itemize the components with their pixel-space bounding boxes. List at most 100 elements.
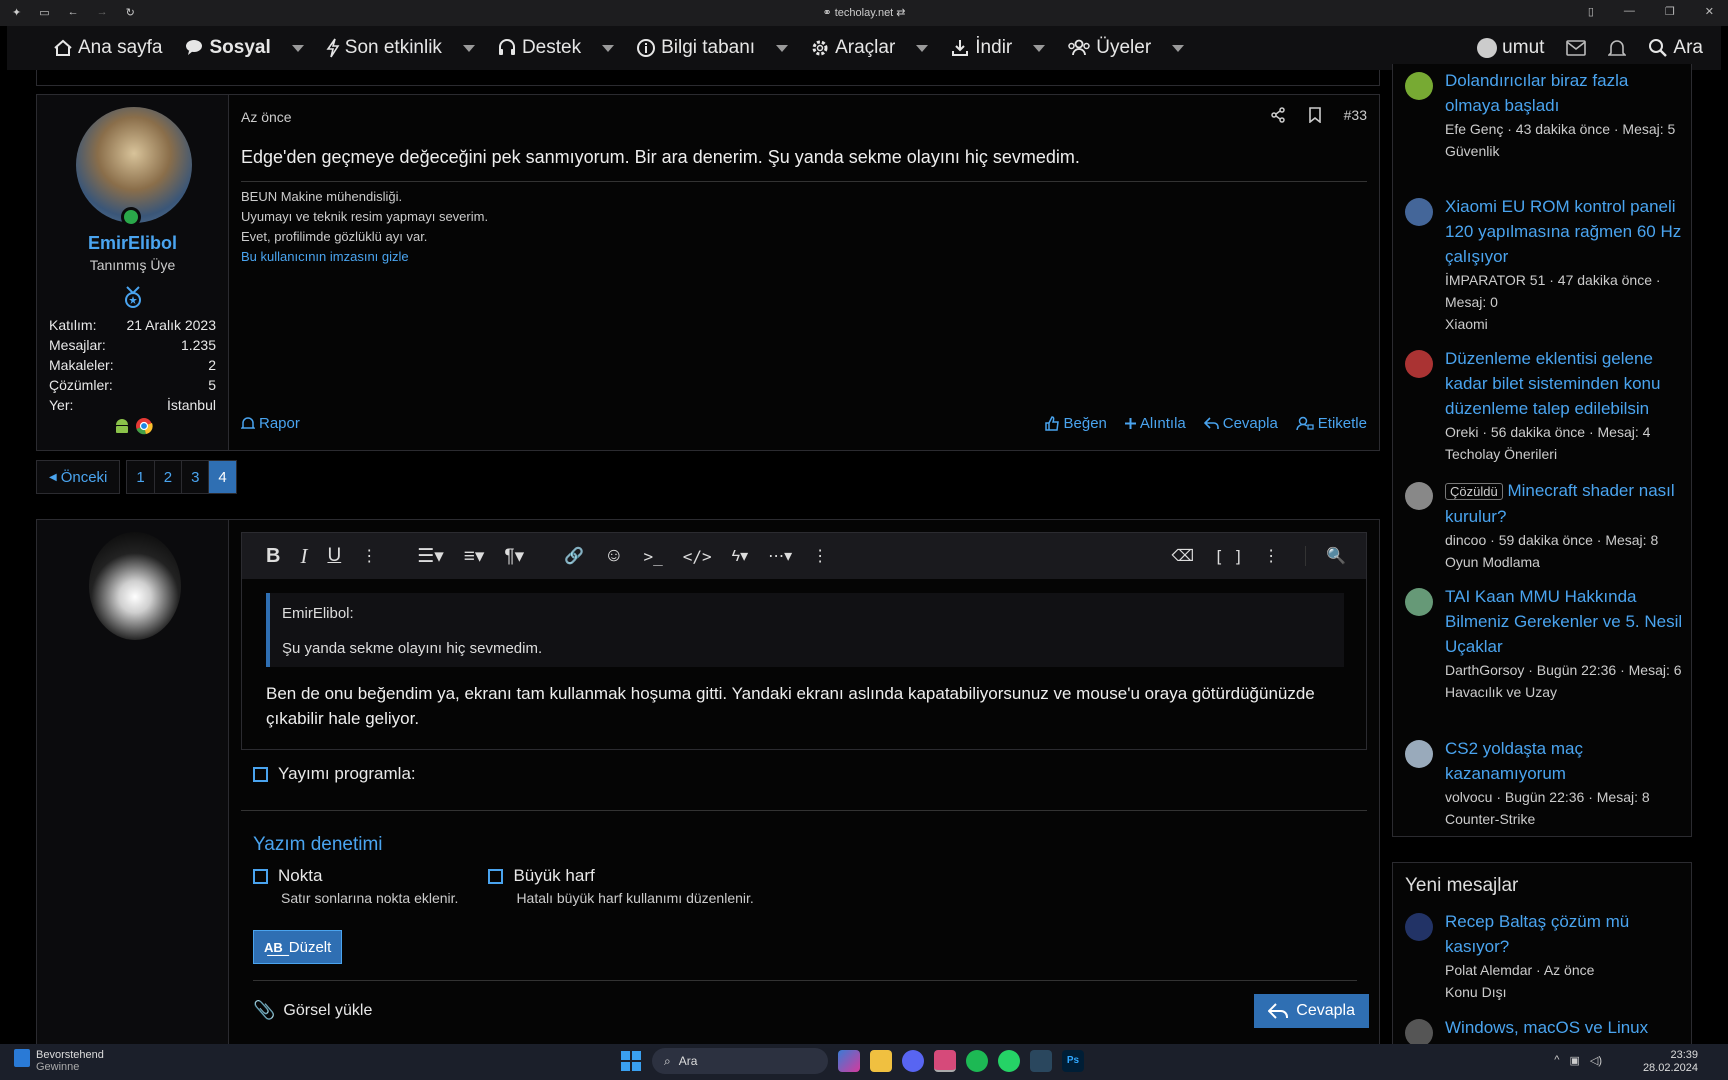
fix-button[interactable]: A͟B͟ Düzelt <box>253 930 343 964</box>
more-horizontal-icon[interactable]: ⋯▾ <box>768 546 792 566</box>
terminal-icon[interactable]: >_ <box>643 547 662 566</box>
list-item[interactable]: Düzenleme eklentisi gelene kadar bilet s… <box>1405 346 1685 465</box>
link-icon[interactable]: 🔗 <box>564 546 584 566</box>
checkbox-icon[interactable] <box>253 766 268 782</box>
system-tray: ^ ▣ ◁) <box>1554 1054 1602 1067</box>
nav-social[interactable]: Sosyal <box>185 37 304 59</box>
clock[interactable]: 23:39 28.02.2024 <box>1643 1049 1698 1075</box>
chrome-icon <box>136 418 153 435</box>
chevron-down-icon[interactable] <box>602 44 615 52</box>
bold-icon[interactable]: B <box>266 545 280 568</box>
quote-block[interactable]: EmirElibol: Şu yanda sekme olayını hiç s… <box>266 593 1344 667</box>
close-icon[interactable]: ✕ <box>1705 5 1714 18</box>
chevron-up-icon[interactable]: ^ <box>1554 1054 1559 1067</box>
post-number[interactable]: #33 <box>1344 107 1367 123</box>
checkbox-icon[interactable] <box>488 868 504 884</box>
more-vertical-icon[interactable]: ⋮ <box>1263 546 1279 566</box>
taskbar-search[interactable]: ⌕ Ara <box>652 1048 828 1074</box>
option-capital[interactable]: Büyük harf Hatalı büyük harf kullanımı d… <box>488 866 754 906</box>
option-period[interactable]: Nokta Satır sonlarına nokta eklenir. <box>253 866 458 906</box>
more-vertical-icon[interactable]: ⋮ <box>812 546 828 566</box>
file-explorer-icon[interactable] <box>870 1050 892 1072</box>
page-link[interactable]: 1 <box>126 460 154 494</box>
address-bar[interactable]: ⚭ techolay.net ⇄ <box>0 6 1728 19</box>
discord-icon[interactable] <box>902 1050 924 1072</box>
hide-signature-link[interactable]: Bu kullanıcının imzasını gizle <box>241 247 488 267</box>
nav-support[interactable]: Destek <box>497 37 615 59</box>
list-item[interactable]: Windows, macOS ve Linux <box>1405 1015 1685 1047</box>
plus-icon <box>1124 418 1136 429</box>
message-textarea[interactable]: Ben de onu beğendim ya, ekranı tam kulla… <box>266 681 1346 731</box>
paragraph-icon[interactable]: ¶▾ <box>504 545 524 568</box>
nav-tools[interactable]: Araçlar <box>810 37 929 59</box>
post-time[interactable]: Az önce <box>241 109 292 125</box>
spotify-icon[interactable] <box>966 1050 988 1072</box>
avatar[interactable] <box>89 532 181 640</box>
nav-download[interactable]: İndir <box>950 37 1046 59</box>
nav-knowledge[interactable]: Bilgi tabanı <box>636 37 789 59</box>
nav-members[interactable]: Üyeler <box>1067 37 1185 59</box>
report-button[interactable]: Rapor <box>241 415 300 432</box>
bookmark-icon[interactable] <box>1308 107 1322 123</box>
chevron-down-icon[interactable] <box>462 44 475 52</box>
reply-button[interactable]: Cevapla <box>1203 415 1278 432</box>
page-link[interactable]: 3 <box>181 460 209 494</box>
chevron-down-icon[interactable] <box>1172 44 1185 52</box>
list-item[interactable]: Dolandırıcılar biraz fazla olmaya başlad… <box>1405 68 1685 162</box>
list-icon[interactable]: ☰▾ <box>417 545 444 568</box>
italic-icon[interactable]: I <box>300 544 307 569</box>
underline-icon[interactable]: U <box>327 545 341 567</box>
smiley-icon[interactable]: ☺ <box>604 545 623 567</box>
eraser-icon[interactable]: ⌫ <box>1172 546 1195 566</box>
minimize-icon[interactable]: — <box>1624 5 1635 18</box>
schedule-checkbox[interactable]: Yayımı programla: <box>253 764 416 784</box>
whatsapp-icon[interactable] <box>998 1050 1020 1072</box>
share-icon[interactable] <box>1270 107 1286 123</box>
chevron-down-icon[interactable] <box>776 44 789 52</box>
browser-app-icon[interactable] <box>934 1050 956 1072</box>
user-menu[interactable]: umut <box>1477 37 1544 59</box>
page-link[interactable]: 2 <box>153 460 182 494</box>
bell-icon[interactable] <box>1608 38 1627 58</box>
align-icon[interactable]: ≡▾ <box>464 545 485 568</box>
network-icon[interactable]: ▣ <box>1569 1054 1579 1067</box>
maximize-icon[interactable]: ❐ <box>1665 5 1675 18</box>
tag-user-button[interactable]: Etiketle <box>1296 415 1367 432</box>
search-button[interactable]: Ara <box>1648 37 1703 59</box>
widgets-button[interactable]: Bevorstehend Gewinne <box>14 1049 104 1073</box>
upload-image-button[interactable]: 📎 Görsel yükle <box>253 1000 372 1021</box>
code-icon[interactable]: </> <box>683 547 712 566</box>
list-item[interactable]: CS2 yoldaşta maç kazanamıyorum volvocu ·… <box>1405 736 1685 830</box>
pagination: ◀ Önceki 1 2 3 4 <box>36 460 237 494</box>
nav-recent[interactable]: Son etkinlik <box>326 37 475 59</box>
medal-icon[interactable] <box>121 285 145 309</box>
preview-icon[interactable]: 🔍 <box>1305 546 1346 566</box>
chevron-down-icon[interactable] <box>916 44 929 52</box>
checkbox-icon[interactable] <box>253 868 268 884</box>
like-button[interactable]: Beğen <box>1044 415 1107 432</box>
author-name[interactable]: EmirElibol <box>37 233 228 254</box>
split-icon[interactable]: ▯ <box>1588 5 1594 18</box>
steam-icon[interactable] <box>1030 1050 1052 1072</box>
avatar[interactable] <box>76 107 192 223</box>
list-item[interactable]: Recep Baltaş çözüm mü kasıyor? Polat Ale… <box>1405 909 1685 1003</box>
quote-button[interactable]: Alıntıla <box>1124 415 1186 432</box>
windows-start-icon[interactable] <box>620 1050 642 1072</box>
list-item[interactable]: TAI Kaan MMU Hakkında Bilmeniz Gerekenle… <box>1405 584 1685 703</box>
photoshop-icon[interactable]: Ps <box>1062 1050 1084 1072</box>
chevron-down-icon[interactable] <box>1033 44 1046 52</box>
bolt-icon[interactable]: ϟ▾ <box>732 546 749 566</box>
list-item[interactable]: Çözüldü Minecraft shader nasıl kurulur? … <box>1405 478 1685 573</box>
chevron-down-icon[interactable] <box>291 44 304 52</box>
inbox-icon[interactable] <box>1566 40 1587 56</box>
more-vertical-icon[interactable]: ⋮ <box>361 546 377 566</box>
nav-home[interactable]: Ana sayfa <box>53 37 163 59</box>
widgets-app-icon[interactable] <box>838 1050 860 1072</box>
volume-icon[interactable]: ◁) <box>1590 1054 1602 1067</box>
tune-icon[interactable]: ⇄ <box>893 7 905 19</box>
prev-page-button[interactable]: ◀ Önceki <box>36 460 121 494</box>
page-link-current[interactable]: 4 <box>208 460 237 494</box>
submit-reply-button[interactable]: Cevapla <box>1254 994 1369 1028</box>
bbcode-icon[interactable]: [ ] <box>1214 547 1243 566</box>
list-item[interactable]: Xiaomi EU ROM kontrol paneli 120 yapılma… <box>1405 194 1685 335</box>
